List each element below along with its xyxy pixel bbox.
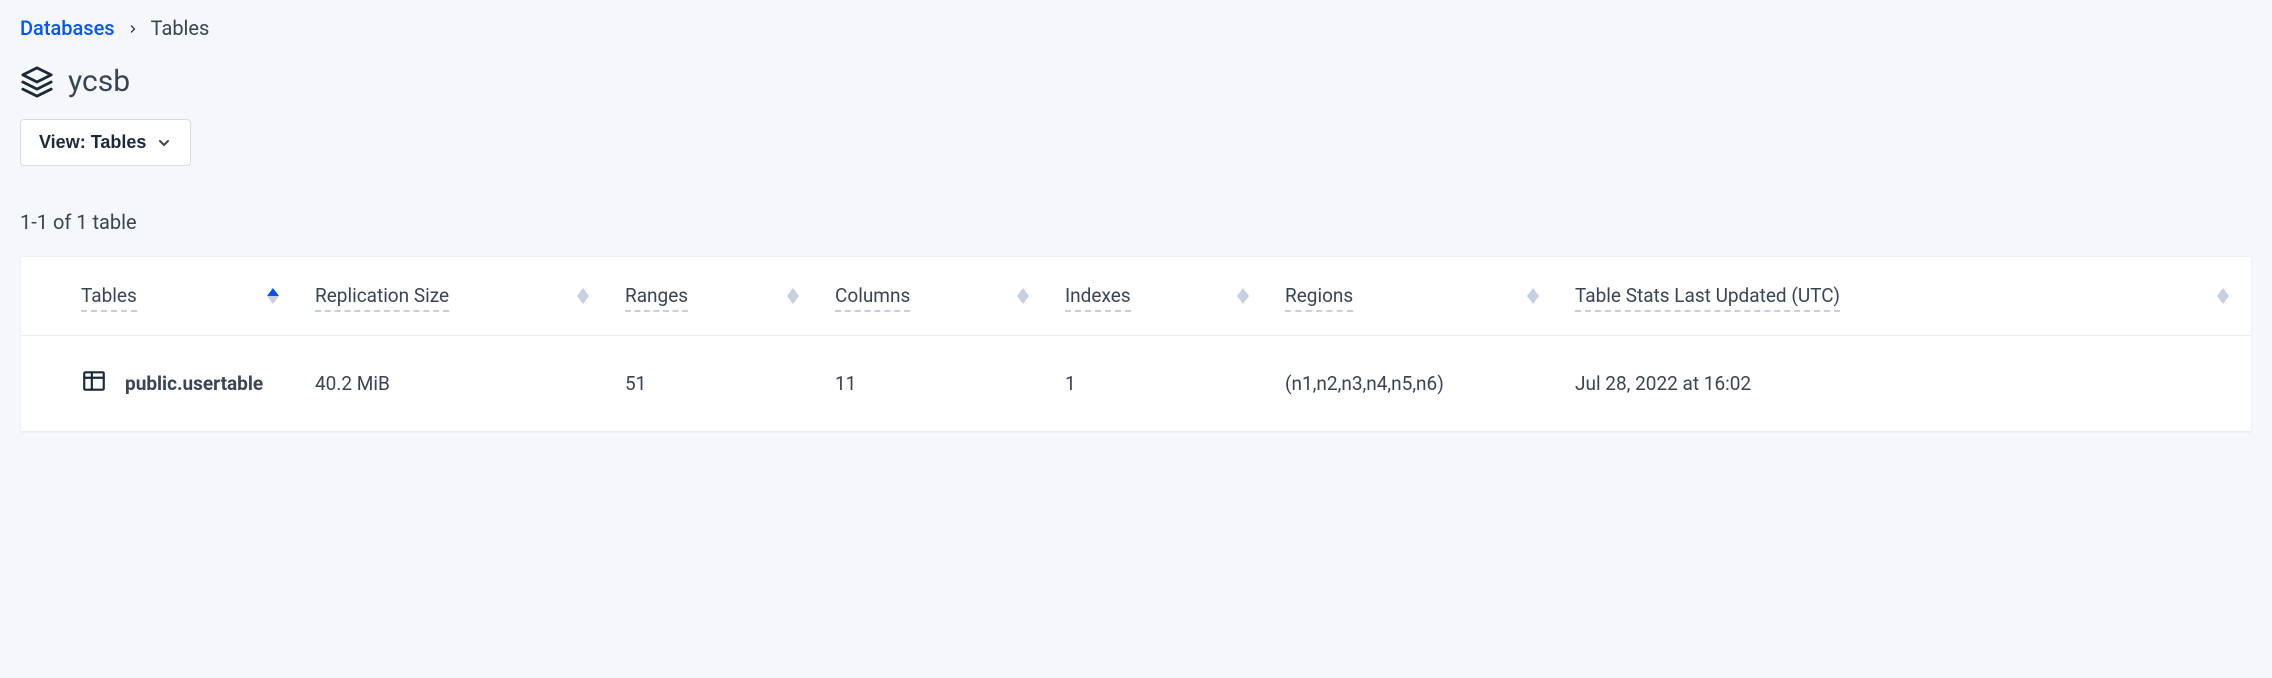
cell-columns: 11 — [821, 335, 1051, 431]
cell-indexes: 1 — [1051, 335, 1271, 431]
page-title-row: ycsb — [20, 64, 2252, 99]
column-label: Indexes — [1065, 284, 1131, 312]
tables-card: Tables Replication Size Ranges — [20, 256, 2252, 433]
column-header-replication-size[interactable]: Replication Size — [301, 257, 611, 335]
chevron-down-icon — [156, 135, 172, 151]
column-label: Replication Size — [315, 284, 449, 312]
sort-icon — [1017, 288, 1029, 304]
breadcrumb: Databases Tables — [20, 16, 2252, 40]
column-label: Columns — [835, 284, 910, 312]
table-name: public.usertable — [125, 372, 263, 395]
page-title: ycsb — [68, 64, 130, 99]
sort-icon — [1237, 288, 1249, 304]
cell-replication-size: 40.2 MiB — [301, 335, 611, 431]
sort-icon — [577, 288, 589, 304]
table-row: public.usertable 40.2 MiB 51 11 1 (n1,n2… — [21, 335, 2251, 431]
chevron-right-icon — [127, 16, 139, 40]
column-header-updated[interactable]: Table Stats Last Updated (UTC) — [1561, 257, 2251, 335]
sort-icon — [2217, 288, 2229, 304]
column-header-indexes[interactable]: Indexes — [1051, 257, 1271, 335]
breadcrumb-current: Tables — [151, 16, 210, 40]
column-header-regions[interactable]: Regions — [1271, 257, 1561, 335]
column-header-tables[interactable]: Tables — [21, 257, 301, 335]
cell-updated: Jul 28, 2022 at 16:02 — [1561, 335, 2251, 431]
column-label: Table Stats Last Updated (UTC) — [1575, 284, 1840, 312]
column-header-columns[interactable]: Columns — [821, 257, 1051, 335]
cell-ranges: 51 — [611, 335, 821, 431]
sort-icon — [787, 288, 799, 304]
sort-icon — [1527, 288, 1539, 304]
column-label: Tables — [81, 284, 137, 312]
column-label: Ranges — [625, 284, 688, 312]
column-label: Regions — [1285, 284, 1353, 312]
table-name-link[interactable]: public.usertable — [81, 368, 287, 399]
database-stack-icon — [20, 65, 54, 99]
tables-table: Tables Replication Size Ranges — [21, 257, 2251, 432]
breadcrumb-link-databases[interactable]: Databases — [20, 16, 115, 40]
column-header-ranges[interactable]: Ranges — [611, 257, 821, 335]
view-selector-label: View: Tables — [39, 132, 146, 153]
sort-icon — [267, 288, 279, 304]
cell-regions: (n1,n2,n3,n4,n5,n6) — [1271, 335, 1561, 431]
view-selector-dropdown[interactable]: View: Tables — [20, 119, 191, 166]
results-count: 1-1 of 1 table — [20, 210, 2252, 234]
table-icon — [81, 368, 107, 399]
